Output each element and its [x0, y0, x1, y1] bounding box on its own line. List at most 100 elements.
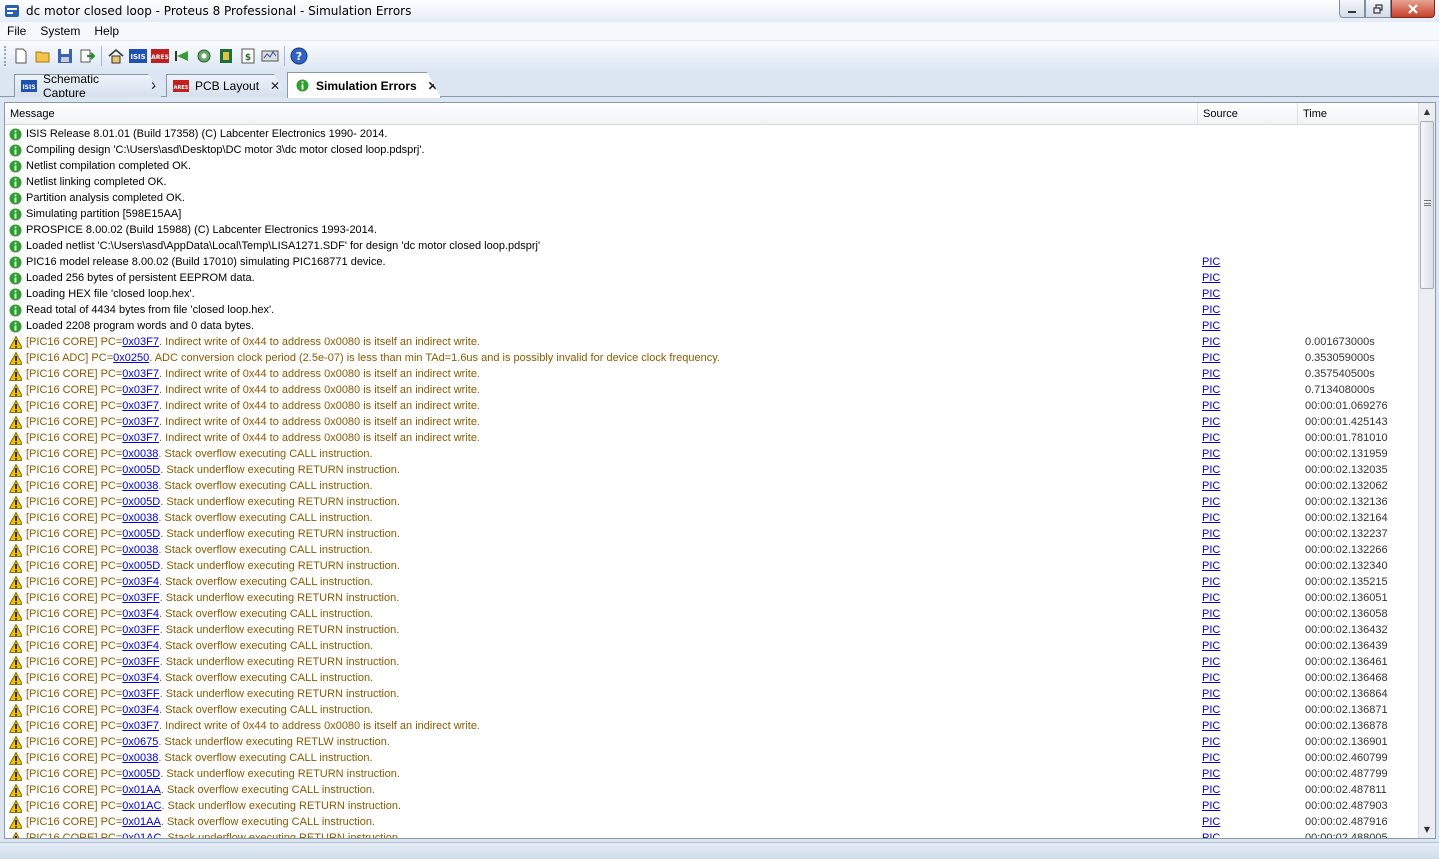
menu-system[interactable]: System: [33, 24, 87, 38]
scroll-down-icon[interactable]: ▼: [1419, 821, 1435, 838]
table-row[interactable]: [PIC16 CORE] PC= 0x03FF. Stack underflow …: [5, 590, 1419, 606]
source-link[interactable]: PIC: [1202, 736, 1220, 748]
table-row[interactable]: [PIC16 CORE] PC= 0x0038. Stack overflow e…: [5, 750, 1419, 766]
tab-simulation-errors[interactable]: Simulation Errors ✕: [287, 72, 441, 98]
help-icon[interactable]: ?: [289, 46, 309, 66]
pc-address-link[interactable]: 0x03F4: [122, 704, 159, 716]
source-link[interactable]: PIC: [1202, 304, 1220, 316]
toolbar-grip[interactable]: [4, 45, 7, 66]
pc-address-link[interactable]: 0x03F7: [122, 416, 159, 428]
source-link[interactable]: PIC: [1202, 416, 1220, 428]
pc-address-link[interactable]: 0x01AC: [122, 832, 161, 838]
table-row[interactable]: [PIC16 CORE] PC= 0x03F7. Indirect write o…: [5, 398, 1419, 414]
pc-address-link[interactable]: 0x0038: [122, 448, 158, 460]
table-row[interactable]: [PIC16 CORE] PC= 0x03F4. Stack overflow e…: [5, 574, 1419, 590]
pc-address-link[interactable]: 0x005D: [122, 464, 160, 476]
table-row[interactable]: [PIC16 ADC] PC= 0x0250. ADC conversion cl…: [5, 350, 1419, 366]
source-link[interactable]: PIC: [1202, 656, 1220, 668]
restore-button[interactable]: [1365, 0, 1391, 18]
close-button[interactable]: [1391, 0, 1435, 18]
source-link[interactable]: PIC: [1202, 496, 1220, 508]
pc-address-link[interactable]: 0x005D: [122, 528, 160, 540]
pc-address-link[interactable]: 0x03F7: [122, 432, 159, 444]
pc-address-link[interactable]: 0x03FF: [122, 624, 159, 636]
table-row[interactable]: [PIC16 CORE] PC= 0x01AC. Stack underflow …: [5, 798, 1419, 814]
table-row[interactable]: [PIC16 CORE] PC= 0x03FF. Stack underflow …: [5, 686, 1419, 702]
table-row[interactable]: [PIC16 CORE] PC= 0x005D. Stack underflow …: [5, 766, 1419, 782]
bom-icon[interactable]: $: [238, 46, 258, 66]
table-row[interactable]: [PIC16 CORE] PC= 0x0038. Stack overflow e…: [5, 478, 1419, 494]
source-link[interactable]: PIC: [1202, 400, 1220, 412]
pc-address-link[interactable]: 0x03FF: [122, 688, 159, 700]
source-link[interactable]: PIC: [1202, 688, 1220, 700]
source-link[interactable]: PIC: [1202, 544, 1220, 556]
home-icon[interactable]: [106, 46, 126, 66]
table-row[interactable]: Loaded 2208 program words and 0 data byt…: [5, 318, 1419, 334]
table-row[interactable]: Simulating partition [598E15AA]: [5, 206, 1419, 222]
source-link[interactable]: PIC: [1202, 624, 1220, 636]
source-link[interactable]: PIC: [1202, 816, 1220, 828]
table-row[interactable]: [PIC16 CORE] PC= 0x01AA. Stack overflow e…: [5, 814, 1419, 830]
table-row[interactable]: [PIC16 CORE] PC= 0x01AC. Stack underflow …: [5, 830, 1419, 838]
table-row[interactable]: Netlist linking completed OK.: [5, 174, 1419, 190]
table-row[interactable]: [PIC16 CORE] PC= 0x01AA. Stack overflow e…: [5, 782, 1419, 798]
pc-address-link[interactable]: 0x0038: [122, 480, 158, 492]
source-link[interactable]: PIC: [1202, 256, 1220, 268]
source-link[interactable]: PIC: [1202, 672, 1220, 684]
source-link[interactable]: PIC: [1202, 608, 1220, 620]
table-row[interactable]: ISIS Release 8.01.01 (Build 17358) (C) L…: [5, 126, 1419, 142]
table-row[interactable]: [PIC16 CORE] PC= 0x005D. Stack underflow …: [5, 558, 1419, 574]
source-link[interactable]: PIC: [1202, 288, 1220, 300]
gear-icon[interactable]: [194, 46, 214, 66]
pc-address-link[interactable]: 0x03FF: [122, 592, 159, 604]
table-row[interactable]: [PIC16 CORE] PC= 0x0038. Stack overflow e…: [5, 542, 1419, 558]
table-row[interactable]: Read total of 4434 bytes from file 'clos…: [5, 302, 1419, 318]
pc-address-link[interactable]: 0x005D: [122, 768, 160, 780]
tab-pcb-layout[interactable]: ARES PCB Layout ✕: [166, 74, 288, 97]
table-row[interactable]: Loading HEX file 'closed loop.hex'. PIC: [5, 286, 1419, 302]
tab-close-button[interactable]: ✕: [150, 79, 161, 93]
vsm-icon[interactable]: [260, 46, 280, 66]
proteus-app-icon[interactable]: [4, 3, 20, 19]
table-row[interactable]: [PIC16 CORE] PC= 0x03F7. Indirect write o…: [5, 414, 1419, 430]
table-row[interactable]: Loaded 256 bytes of persistent EEPROM da…: [5, 270, 1419, 286]
column-header-time[interactable]: Time: [1298, 103, 1419, 125]
table-row[interactable]: [PIC16 CORE] PC= 0x005D. Stack underflow …: [5, 526, 1419, 542]
source-link[interactable]: PIC: [1202, 704, 1220, 716]
source-link[interactable]: PIC: [1202, 432, 1220, 444]
table-row[interactable]: Loaded netlist 'C:\Users\asd\AppData\Loc…: [5, 238, 1419, 254]
table-row[interactable]: Compiling design 'C:\Users\asd\Desktop\D…: [5, 142, 1419, 158]
pcb-icon[interactable]: [216, 46, 236, 66]
table-row[interactable]: Partition analysis completed OK.: [5, 190, 1419, 206]
table-row[interactable]: [PIC16 CORE] PC= 0x03F7. Indirect write o…: [5, 366, 1419, 382]
source-link[interactable]: PIC: [1202, 272, 1220, 284]
table-row[interactable]: [PIC16 CORE] PC= 0x03F4. Stack overflow e…: [5, 606, 1419, 622]
menu-file[interactable]: File: [0, 24, 33, 38]
table-row[interactable]: [PIC16 CORE] PC= 0x005D. Stack underflow …: [5, 462, 1419, 478]
column-header-source[interactable]: Source: [1198, 103, 1298, 125]
table-row[interactable]: [PIC16 CORE] PC= 0x005D. Stack underflow …: [5, 494, 1419, 510]
table-row[interactable]: PROSPICE 8.00.02 (Build 15988) (C) Labce…: [5, 222, 1419, 238]
table-row[interactable]: [PIC16 CORE] PC= 0x03F7. Indirect write o…: [5, 430, 1419, 446]
pc-address-link[interactable]: 0x0038: [122, 544, 158, 556]
pc-address-link[interactable]: 0x0038: [122, 512, 158, 524]
source-link[interactable]: PIC: [1202, 512, 1220, 524]
source-link[interactable]: PIC: [1202, 752, 1220, 764]
source-link[interactable]: PIC: [1202, 800, 1220, 812]
minimize-button[interactable]: [1339, 0, 1365, 18]
pc-address-link[interactable]: 0x0038: [122, 752, 158, 764]
pc-address-link[interactable]: 0x03F4: [122, 608, 159, 620]
scroll-up-icon[interactable]: ▲: [1419, 103, 1435, 120]
table-row[interactable]: [PIC16 CORE] PC= 0x03F4. Stack overflow e…: [5, 670, 1419, 686]
pc-address-link[interactable]: 0x03F4: [122, 640, 159, 652]
pc-address-link[interactable]: 0x03F4: [122, 672, 159, 684]
pc-address-link[interactable]: 0x03F7: [122, 368, 159, 380]
source-link[interactable]: PIC: [1202, 592, 1220, 604]
menu-help[interactable]: Help: [87, 24, 126, 38]
import-icon[interactable]: [77, 46, 97, 66]
table-row[interactable]: [PIC16 CORE] PC= 0x0038. Stack overflow e…: [5, 446, 1419, 462]
source-link[interactable]: PIC: [1202, 368, 1220, 380]
save-icon[interactable]: [55, 46, 75, 66]
source-link[interactable]: PIC: [1202, 832, 1220, 838]
source-link[interactable]: PIC: [1202, 464, 1220, 476]
